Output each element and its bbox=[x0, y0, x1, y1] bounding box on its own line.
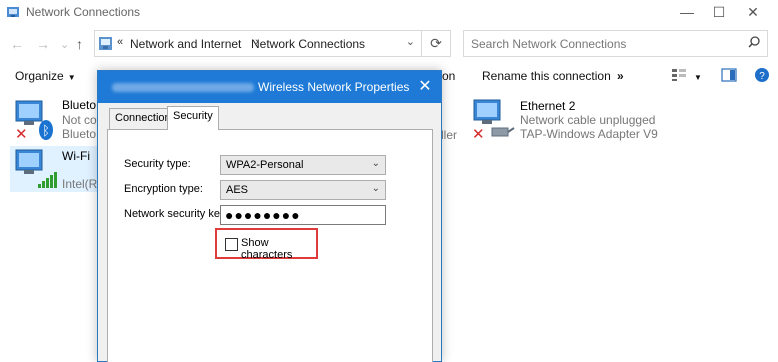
dialog-title: Wireless Network Properties bbox=[258, 80, 410, 94]
bluetooth-adapter-icon: ✕ ᛒ bbox=[15, 100, 53, 142]
recent-dropdown-icon[interactable]: ⌄ bbox=[60, 38, 69, 51]
search-input[interactable]: Search Network Connections bbox=[463, 30, 768, 57]
encryption-type-select[interactable]: AES ⌄ bbox=[220, 180, 386, 200]
wifi-adapter: Intel(R) bbox=[62, 177, 102, 191]
forward-arrow-icon[interactable]: → bbox=[36, 36, 50, 52]
organize-label: Organize bbox=[15, 69, 64, 83]
chevron-down-icon: ⌄ bbox=[371, 183, 380, 194]
redacted-network-name bbox=[112, 83, 254, 92]
network-security-key-input[interactable]: ●●●●●●●● bbox=[220, 205, 386, 225]
show-characters-highlight: Show characters bbox=[215, 228, 318, 261]
wifi-adapter-icon bbox=[15, 149, 57, 188]
wireless-network-properties-dialog: Wireless Network Properties ✕ Connection… bbox=[97, 70, 442, 362]
maximize-button[interactable]: ☐ bbox=[704, 3, 734, 21]
up-arrow-icon[interactable]: ↑ bbox=[76, 36, 83, 52]
ethernet-2-connection[interactable]: ✕ Ethernet 2 Network cable unplugged TAP… bbox=[468, 96, 668, 142]
network-folder-icon bbox=[7, 7, 19, 17]
search-placeholder: Search Network Connections bbox=[471, 37, 627, 51]
bluetooth-name: Blueto bbox=[62, 98, 97, 112]
breadcrumb-network-connections[interactable]: Network Connections bbox=[251, 37, 365, 51]
encryption-type-label: Encryption type: bbox=[124, 183, 203, 195]
bluetooth-status: Not co bbox=[62, 113, 97, 127]
organize-menu[interactable]: Organize ▼ bbox=[15, 69, 76, 83]
network-security-key-label: Network security key bbox=[124, 208, 226, 220]
security-type-select[interactable]: WPA2-Personal ⌄ bbox=[220, 155, 386, 175]
network-security-key-value: ●●●●●●●● bbox=[225, 207, 301, 223]
security-type-label: Security type: bbox=[124, 158, 191, 170]
rename-connection-button[interactable]: Rename this connection bbox=[482, 69, 611, 83]
view-options-dropdown-icon[interactable]: ▼ bbox=[694, 73, 702, 82]
address-dropdown-icon[interactable]: ⌄ bbox=[406, 35, 415, 48]
title-bar: Network Connections — ☐ ✕ bbox=[0, 0, 778, 26]
control-panel-icon bbox=[99, 37, 112, 50]
partial-adapter-text: ller bbox=[441, 128, 458, 142]
close-button[interactable]: ✕ bbox=[738, 3, 768, 21]
ethernet-adapter-icon: ✕ bbox=[472, 99, 515, 142]
svg-text:ᛒ: ᛒ bbox=[42, 124, 50, 139]
security-type-value: WPA2-Personal bbox=[226, 159, 304, 171]
breadcrumb-network-and-internet[interactable]: Network and Internet bbox=[130, 37, 241, 51]
window-title: Network Connections bbox=[26, 5, 141, 19]
back-arrow-icon[interactable]: ← bbox=[10, 36, 24, 52]
address-bar[interactable]: « Network and Internet › Network Connect… bbox=[94, 30, 422, 57]
svg-text:✕: ✕ bbox=[472, 125, 485, 142]
ethernet-2-status: Network cable unplugged bbox=[520, 113, 656, 127]
help-icon[interactable]: ? bbox=[754, 67, 770, 83]
svg-text:✕: ✕ bbox=[15, 125, 28, 142]
ethernet-2-name: Ethernet 2 bbox=[520, 99, 576, 113]
dialog-title-bar[interactable]: Wireless Network Properties ✕ bbox=[98, 71, 441, 103]
bluetooth-adapter: Blueto bbox=[62, 127, 97, 141]
bluetooth-connection[interactable]: ✕ ᛒ Blueto Not co Blueto bbox=[10, 96, 97, 142]
chevron-down-icon: ⌄ bbox=[371, 158, 380, 169]
breadcrumb-overflow-icon[interactable]: « bbox=[117, 36, 123, 48]
svg-text:?: ? bbox=[759, 71, 765, 82]
preview-pane-icon[interactable] bbox=[721, 68, 737, 82]
search-icon bbox=[748, 36, 760, 48]
minimize-button[interactable]: — bbox=[672, 3, 702, 21]
refresh-button[interactable]: ⟳ bbox=[422, 30, 451, 57]
dialog-close-icon[interactable]: ✕ bbox=[409, 71, 441, 103]
encryption-type-value: AES bbox=[226, 184, 249, 196]
tab-security[interactable]: Security bbox=[167, 106, 219, 130]
change-view-icon[interactable] bbox=[671, 68, 687, 82]
show-characters-label[interactable]: Show characters bbox=[241, 237, 316, 261]
wifi-connection[interactable]: Wi-Fi Intel(R) bbox=[10, 146, 102, 192]
more-commands-button[interactable]: » bbox=[617, 69, 624, 83]
address-row: ← → ⌄ ↑ « Network and Internet › Network… bbox=[0, 28, 778, 60]
wifi-name: Wi-Fi bbox=[62, 149, 90, 163]
ethernet-2-adapter: TAP-Windows Adapter V9 bbox=[520, 127, 658, 141]
show-characters-checkbox[interactable] bbox=[225, 238, 238, 251]
organize-dropdown-icon: ▼ bbox=[67, 73, 76, 82]
